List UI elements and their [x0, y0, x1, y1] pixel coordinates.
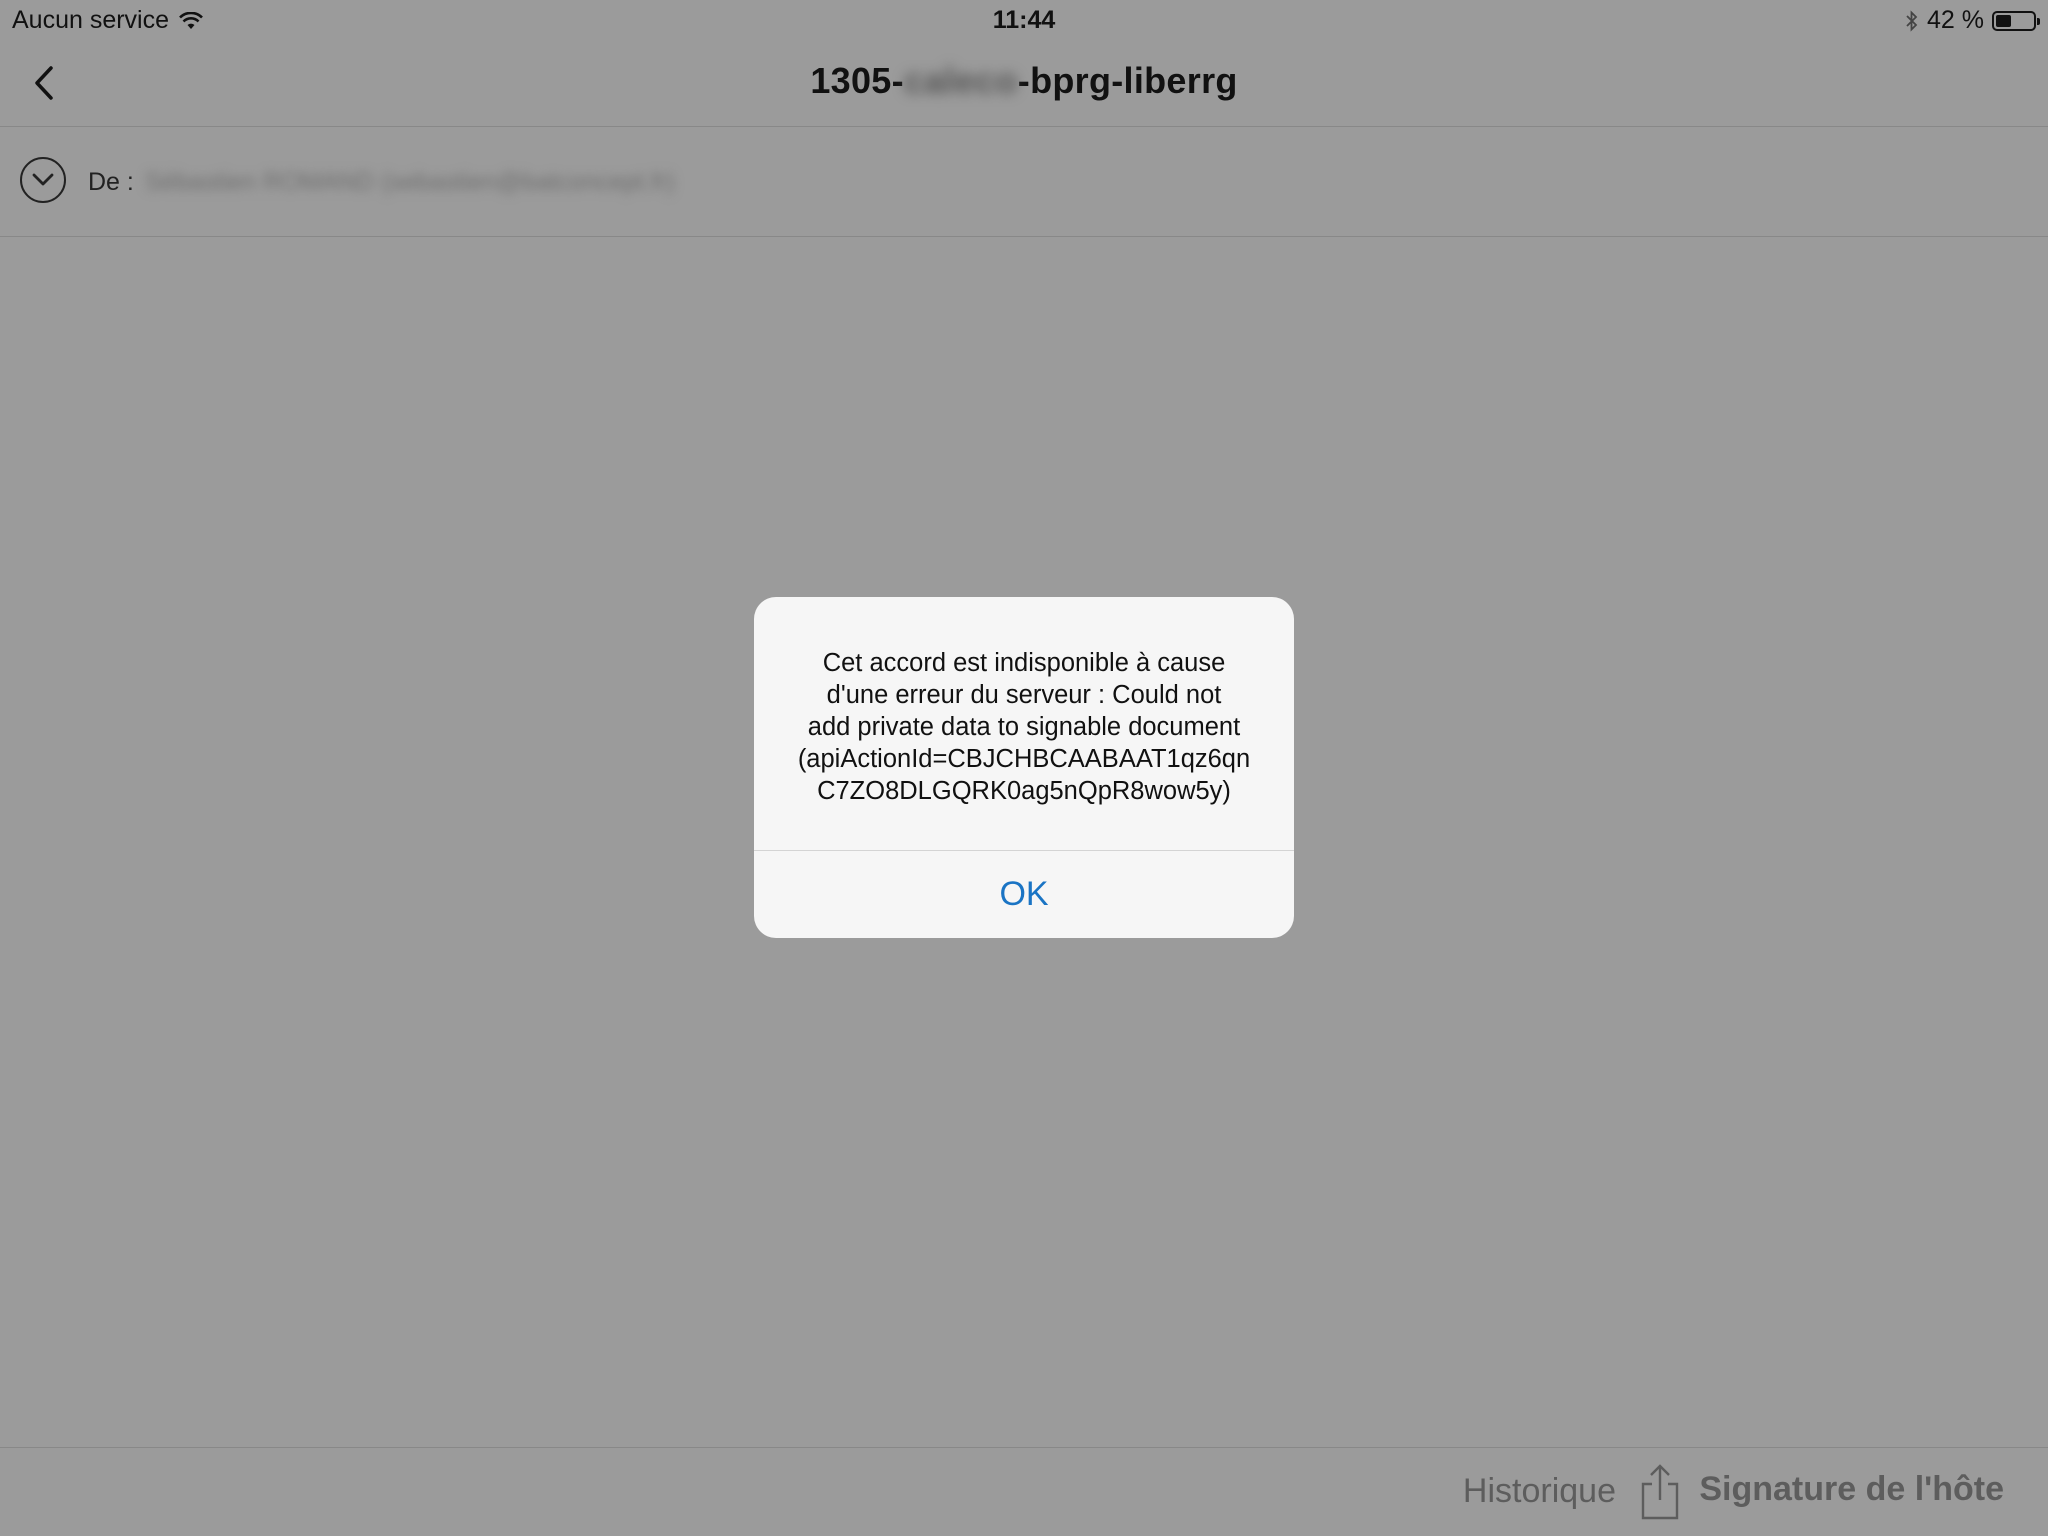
title-suffix: -bprg-liberrg: [1017, 60, 1238, 101]
host-signature-button[interactable]: Signature de l'hôte: [1699, 1470, 2004, 1509]
alert-message: Cet accord est indisponible à cause d'un…: [772, 647, 1276, 807]
battery-level-fill: [1996, 14, 2011, 27]
status-time: 11:44: [992, 6, 1056, 34]
sender-label: De :: [88, 168, 134, 196]
status-right: 42 %: [1905, 6, 2040, 35]
screen: Aucun service 11:44 42 % 1305-caleco-bpr…: [0, 0, 2048, 1536]
error-alert-dialog: Cet accord est indisponible à cause d'un…: [754, 597, 1294, 938]
bluetooth-icon: [1905, 9, 1919, 32]
share-button[interactable]: [1638, 1464, 1682, 1522]
battery-icon: [1992, 10, 2040, 31]
bottom-toolbar: Historique Signature de l'hôte: [0, 1447, 2048, 1536]
expand-sender-button[interactable]: [20, 157, 66, 203]
navigation-bar: 1305-caleco-bprg-liberrg: [0, 40, 2048, 127]
alert-message-line: add private data to signable document: [807, 713, 1241, 741]
alert-message-line: Cet accord est indisponible à cause: [822, 649, 1226, 677]
alert-message-line: C7ZO8DLGQRK0ag5nQpR8wow5y): [817, 777, 1231, 805]
status-bar: Aucun service 11:44 42 %: [0, 0, 2048, 40]
history-button[interactable]: Historique: [1463, 1472, 1616, 1511]
alert-message-line: (apiActionId=CBJCHBCAABAAT1qz6qn: [797, 745, 1251, 773]
ok-button[interactable]: OK: [754, 851, 1294, 938]
title-prefix: 1305-: [810, 60, 904, 101]
alert-message-line: d'une erreur du serveur : Could not: [826, 681, 1222, 709]
chevron-down-icon: [32, 173, 54, 186]
title-redacted: caleco: [903, 60, 1018, 101]
sender-row: De : Sébastien ROMAND (sebastien@batconc…: [0, 127, 2048, 237]
page-title: 1305-caleco-bprg-liberrg: [0, 60, 2048, 102]
battery-percent: 42 %: [1927, 6, 1984, 34]
share-icon: [1641, 1464, 1679, 1520]
sender-value: Sébastien ROMAND (sebastien@batconcept.f…: [145, 168, 675, 196]
